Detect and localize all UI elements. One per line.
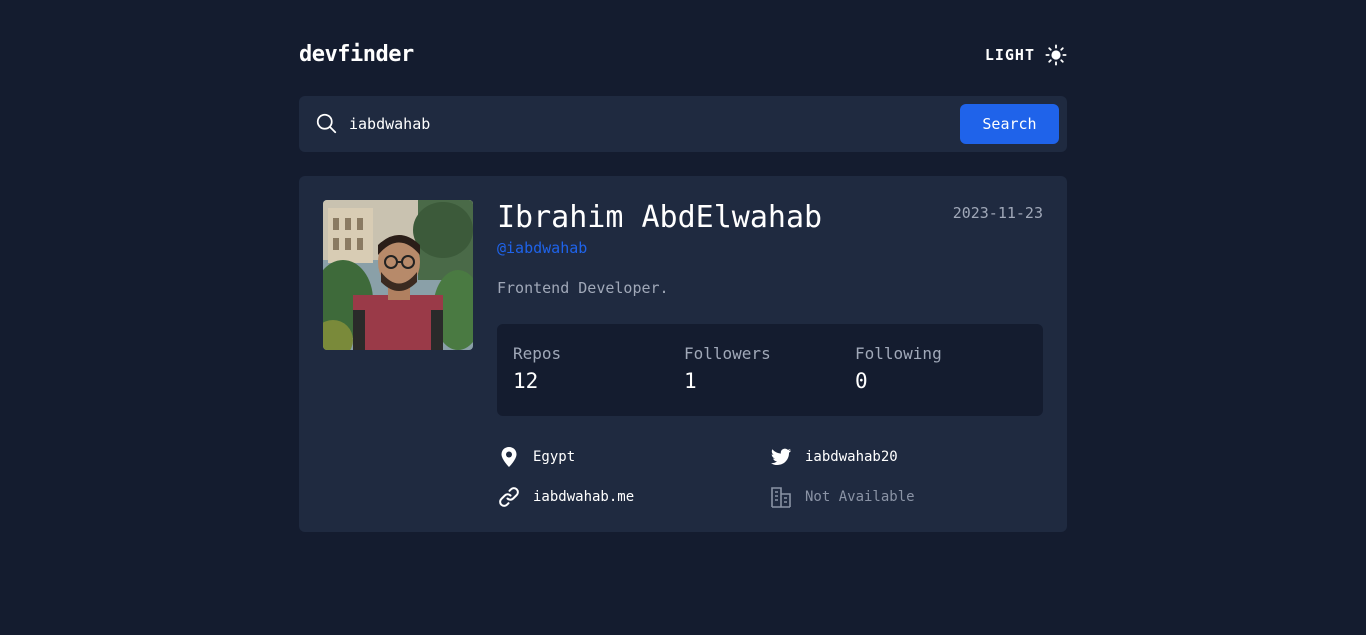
blog-row: iabdwahab.me xyxy=(497,485,634,509)
location-text: Egypt xyxy=(533,449,576,465)
twitter-link[interactable]: iabdwahab20 xyxy=(805,449,898,465)
user-name: Ibrahim AbdElwahab xyxy=(497,200,823,235)
location-row: Egypt xyxy=(497,445,575,469)
company-text: Not Available xyxy=(805,489,915,505)
profile-card: Ibrahim AbdElwahab @iabdwahab 2023-11-23… xyxy=(299,176,1067,532)
company-row: Not Available xyxy=(769,485,915,509)
theme-toggle-button[interactable]: LIGHT xyxy=(985,44,1067,66)
twitter-row: iabdwahab20 xyxy=(769,445,898,469)
twitter-icon xyxy=(769,445,793,469)
stat-value: 12 xyxy=(513,369,539,393)
sun-icon xyxy=(1045,44,1067,66)
header: devfinder LIGHT xyxy=(299,38,1067,76)
location-pin-icon xyxy=(497,445,521,469)
blog-link[interactable]: iabdwahab.me xyxy=(533,489,634,505)
user-bio: Frontend Developer. xyxy=(497,279,669,297)
theme-toggle-label: LIGHT xyxy=(984,46,1035,64)
app-logo: devfinder xyxy=(299,42,414,67)
search-input[interactable] xyxy=(349,110,939,138)
stat-label: Followers xyxy=(684,344,771,363)
avatar xyxy=(323,200,473,350)
stats-panel: Repos 12 Followers 1 Following 0 xyxy=(497,324,1043,416)
stat-followers: Followers 1 xyxy=(684,344,844,393)
stat-value: 1 xyxy=(684,369,697,393)
stat-value: 0 xyxy=(855,369,868,393)
building-icon xyxy=(769,485,793,509)
user-login-link[interactable]: @iabdwahab xyxy=(497,239,587,257)
link-icon xyxy=(497,485,521,509)
search-button[interactable]: Search xyxy=(960,104,1059,144)
stat-following: Following 0 xyxy=(855,344,1015,393)
join-date: 2023-11-23 xyxy=(952,204,1043,222)
stat-label: Following xyxy=(855,344,942,363)
stat-repos: Repos 12 xyxy=(513,344,673,393)
stat-label: Repos xyxy=(513,344,562,363)
search-bar: Search xyxy=(299,96,1067,152)
